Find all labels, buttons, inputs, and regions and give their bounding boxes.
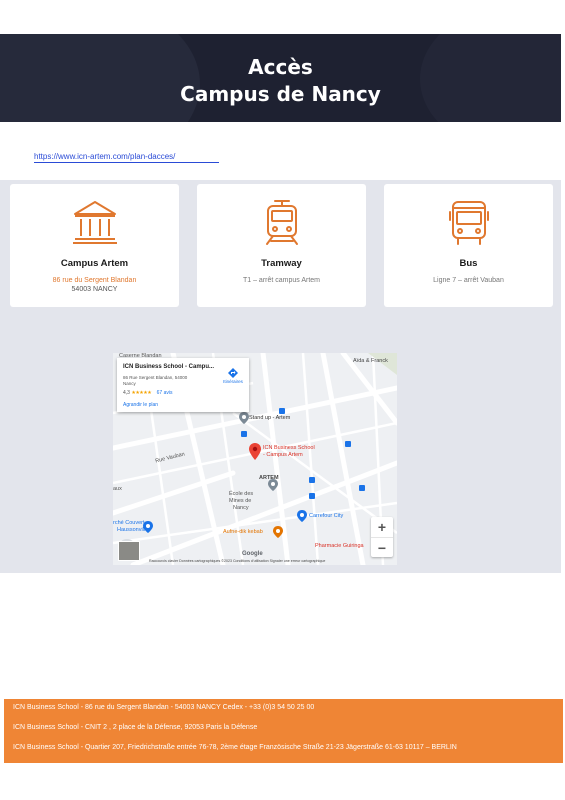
reviews-link[interactable]: 67 avis <box>157 390 173 396</box>
pin-label: ICN Business School <box>263 445 315 451</box>
map-label: Mines de <box>229 498 252 504</box>
bigger-map-link[interactable]: Agrandir le plan <box>123 402 158 408</box>
card-city: 54003 NANCY <box>71 286 118 293</box>
poi-marker-icon[interactable] <box>239 412 249 424</box>
building-icon <box>72 201 117 244</box>
title-line-1: Accès <box>248 55 313 79</box>
map-label: rché Couvert <box>113 520 145 526</box>
directions-label: Itinéraires <box>223 379 243 384</box>
access-map-link[interactable]: https://www.icn-artem.com/plan-dacces/ <box>34 152 219 163</box>
card-detail: Ligne 7 – arrêt Vauban <box>433 277 504 284</box>
place-rating: 4,3 ★★★★★ 67 avis <box>123 390 173 396</box>
bus-icon <box>448 201 489 245</box>
hero-banner: Accès Campus de Nancy <box>0 34 561 122</box>
card-bus: Bus Ligne 7 – arrêt Vauban <box>384 184 553 307</box>
rating-stars: ★★★★★ <box>131 390 152 396</box>
poi-marker-icon[interactable] <box>268 479 278 491</box>
card-address: 86 rue du Sergent Blandan <box>52 277 137 284</box>
footer-line: ICN Business School - CNIT 2 , 2 place d… <box>13 724 258 731</box>
map-label: École des <box>229 491 254 497</box>
shop-marker-icon[interactable] <box>143 521 153 533</box>
street-view-thumbnail[interactable] <box>118 541 140 561</box>
place-name: ICN Business School - Campu... <box>123 364 215 370</box>
card-detail: T1 – arrêt campus Artem <box>242 277 321 284</box>
bus-stop-icon[interactable] <box>345 441 351 447</box>
card-tramway: Tramway T1 – arrêt campus Artem <box>197 184 366 307</box>
title-line-2: Campus de Nancy <box>180 82 381 106</box>
card-title: Bus <box>459 258 478 269</box>
map-label: Pharmacie Guiringa <box>315 543 364 549</box>
map-label: Aufne-dik kebab <box>223 529 263 535</box>
bus-stop-icon[interactable] <box>309 493 315 499</box>
embedded-map[interactable]: Caserne Blandan Aïda & Franck Stand up -… <box>113 353 397 565</box>
google-logo: Google <box>242 551 263 557</box>
place-info-card: ICN Business School - Campu... 86 Rue Se… <box>117 358 249 412</box>
card-title: Tramway <box>261 258 302 269</box>
map-label: aux <box>113 486 122 492</box>
bus-stop-icon[interactable] <box>309 477 315 483</box>
map-label: Stand up - Artem <box>249 415 291 421</box>
page-title: Accès Campus de Nancy <box>0 54 561 108</box>
map-label: Nancy <box>233 505 249 511</box>
place-address: 86 Rue Sergent Blandan, 54000 <box>123 375 188 380</box>
directions-icon <box>228 368 238 378</box>
pin-label: - Campus Artem <box>263 452 303 458</box>
zoom-in-button[interactable]: + <box>371 517 393 537</box>
shop-marker-icon[interactable] <box>297 510 307 522</box>
bus-stop-icon[interactable] <box>279 408 285 414</box>
rating-value: 4,3 <box>123 390 130 396</box>
place-city: Nancy <box>123 381 136 386</box>
footer-line: ICN Business School - 86 rue du Sergent … <box>13 704 315 711</box>
card-campus: Campus Artem 86 rue du Sergent Blandan 5… <box>10 184 179 307</box>
map-attribution[interactable]: Raccourcis clavier Données cartographiqu… <box>149 559 325 563</box>
card-title: Campus Artem <box>60 258 129 269</box>
footer: ICN Business School - 86 rue du Sergent … <box>4 699 563 763</box>
bus-stop-icon[interactable] <box>359 485 365 491</box>
restaurant-marker-icon[interactable] <box>273 526 283 538</box>
zoom-out-button[interactable]: − <box>371 537 393 558</box>
tram-icon <box>265 200 298 245</box>
footer-line: ICN Business School - Quartier 207, Frie… <box>13 744 457 751</box>
directions-button[interactable]: Itinéraires <box>223 368 243 384</box>
zoom-controls: + − <box>371 517 393 557</box>
map-label: Carrefour City <box>309 513 344 519</box>
location-pin-icon[interactable] <box>249 443 261 460</box>
bus-stop-icon[interactable] <box>241 431 247 437</box>
map-label: Aïda & Franck <box>353 358 388 364</box>
